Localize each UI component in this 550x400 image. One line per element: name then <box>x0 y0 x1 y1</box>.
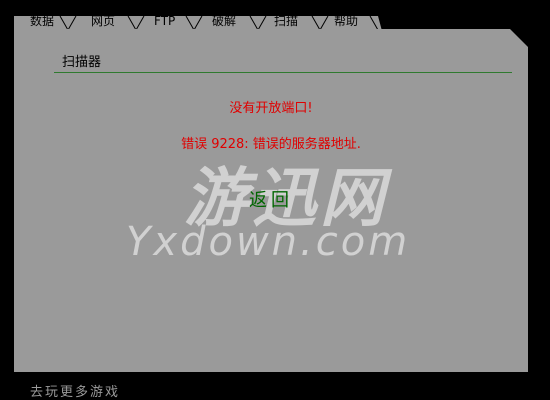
tab-help[interactable]: 帮助 <box>334 14 358 29</box>
tab-scan[interactable]: 扫描 <box>274 14 298 29</box>
back-button[interactable]: 返回 <box>241 189 301 213</box>
tab-webpage[interactable]: 网页 <box>91 14 115 29</box>
game-screen: 数据 网页 FTP 破解 扫描 帮助 扫描器 游迅网 Yxdown.com 没有… <box>0 0 550 400</box>
no-open-ports-message: 没有开放端口! <box>229 101 313 116</box>
watermark-text: Yxdown.com <box>126 219 411 265</box>
tab-ftp[interactable]: FTP <box>154 14 175 29</box>
section-title: 扫描器 <box>62 55 102 70</box>
scanner-panel: 扫描器 游迅网 Yxdown.com 没有开放端口! 错误 9228: 错误的服… <box>14 29 528 372</box>
section-divider <box>54 72 512 73</box>
panel-corner-notch <box>510 29 528 47</box>
more-games-link[interactable]: 去玩更多游戏 <box>30 381 120 400</box>
tab-crack[interactable]: 破解 <box>212 14 236 29</box>
error-message: 错误 9228: 错误的服务器地址. <box>181 137 361 152</box>
tab-data[interactable]: 数据 <box>30 14 54 29</box>
